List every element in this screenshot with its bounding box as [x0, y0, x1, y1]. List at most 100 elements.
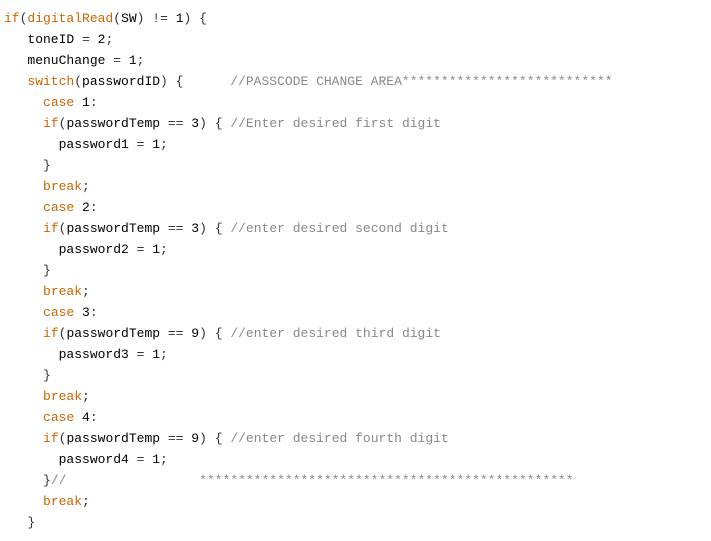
indent: [4, 410, 43, 425]
number: 4: [82, 410, 90, 425]
punct: ) {: [160, 74, 183, 89]
operator: ==: [160, 431, 191, 446]
code-line: }: [4, 263, 51, 278]
identifier: passwordTemp: [66, 326, 160, 341]
code-line: }// ************************************…: [4, 473, 574, 488]
number: 1: [129, 53, 137, 68]
keyword-break: break: [43, 389, 82, 404]
identifier: SW: [121, 11, 137, 26]
keyword-if: if: [43, 326, 59, 341]
keyword-if: if: [43, 431, 59, 446]
number: 1: [152, 242, 160, 257]
code-line: break;: [4, 389, 90, 404]
indent: [4, 389, 43, 404]
punct: ) {: [199, 221, 230, 236]
indent: [4, 431, 43, 446]
brace-close: }: [27, 515, 35, 530]
code-line: password4 = 1;: [4, 452, 168, 467]
operator: =: [129, 242, 152, 257]
keyword-if: if: [43, 221, 59, 236]
number: 1: [152, 452, 160, 467]
semicolon: ;: [82, 284, 90, 299]
number: 9: [191, 326, 199, 341]
colon: :: [90, 410, 98, 425]
comment: //enter desired fourth digit: [230, 431, 448, 446]
code-line: }: [4, 368, 51, 383]
indent: [4, 179, 43, 194]
code-line: if(passwordTemp == 3) { //Enter desired …: [4, 116, 441, 131]
comment-slashes: //: [51, 473, 67, 488]
indent: [4, 305, 43, 320]
brace-close: }: [43, 368, 51, 383]
punct: ) {: [184, 11, 207, 26]
keyword-switch: switch: [27, 74, 74, 89]
semicolon: ;: [160, 452, 168, 467]
identifier: menuChange: [27, 53, 105, 68]
code-line: password3 = 1;: [4, 347, 168, 362]
semicolon: ;: [160, 242, 168, 257]
code-line: if(passwordTemp == 9) { //enter desired …: [4, 431, 449, 446]
colon: :: [90, 305, 98, 320]
indent: [4, 326, 43, 341]
operator: =: [129, 137, 152, 152]
indent: [4, 452, 59, 467]
brace-close: }: [43, 158, 51, 173]
number: 1: [176, 11, 184, 26]
comment: //Enter desired first digit: [230, 116, 441, 131]
number: 1: [152, 137, 160, 152]
code-line: menuChange = 1;: [4, 53, 144, 68]
semicolon: ;: [82, 494, 90, 509]
padding: [183, 74, 230, 89]
code-line: break;: [4, 179, 90, 194]
number: 3: [191, 221, 199, 236]
paren-open: (: [74, 74, 82, 89]
colon: :: [90, 200, 98, 215]
indent: [4, 200, 43, 215]
keyword-if: if: [4, 11, 20, 26]
number: 1: [152, 347, 160, 362]
indent: [4, 158, 43, 173]
semicolon: ;: [82, 179, 90, 194]
brace-close: }: [43, 473, 51, 488]
code-line: if(passwordTemp == 3) { //enter desired …: [4, 221, 449, 236]
indent: [4, 284, 43, 299]
keyword-case: case: [43, 95, 82, 110]
code-line: case 1:: [4, 95, 98, 110]
comment: //PASSCODE CHANGE AREA******************…: [230, 74, 612, 89]
identifier: passwordID: [82, 74, 160, 89]
indent: [4, 347, 59, 362]
indent: [4, 53, 27, 68]
number: 2: [82, 200, 90, 215]
identifier: password3: [59, 347, 129, 362]
code-line: password1 = 1;: [4, 137, 168, 152]
keyword-case: case: [43, 410, 82, 425]
code-line: case 2:: [4, 200, 98, 215]
indent: [4, 473, 43, 488]
identifier: password1: [59, 137, 129, 152]
indent: [4, 221, 43, 236]
punct: ) {: [199, 326, 230, 341]
padding: [66, 473, 199, 488]
comment: //enter desired second digit: [230, 221, 448, 236]
indent: [4, 368, 43, 383]
indent: [4, 95, 43, 110]
punct: ) {: [199, 431, 230, 446]
indent: [4, 515, 27, 530]
code-line: case 4:: [4, 410, 98, 425]
keyword-if: if: [43, 116, 59, 131]
indent: [4, 137, 59, 152]
operator: =: [105, 53, 128, 68]
code-block: if(digitalRead(SW) != 1) { toneID = 2; m…: [0, 0, 711, 541]
indent: [4, 116, 43, 131]
code-line: password2 = 1;: [4, 242, 168, 257]
indent: [4, 74, 27, 89]
semicolon: ;: [137, 53, 145, 68]
identifier: toneID: [27, 32, 74, 47]
comment-stars: ****************************************…: [199, 473, 573, 488]
identifier: passwordTemp: [66, 116, 160, 131]
keyword-case: case: [43, 200, 82, 215]
code-line: }: [4, 158, 51, 173]
indent: [4, 263, 43, 278]
identifier: password2: [59, 242, 129, 257]
colon: :: [90, 95, 98, 110]
